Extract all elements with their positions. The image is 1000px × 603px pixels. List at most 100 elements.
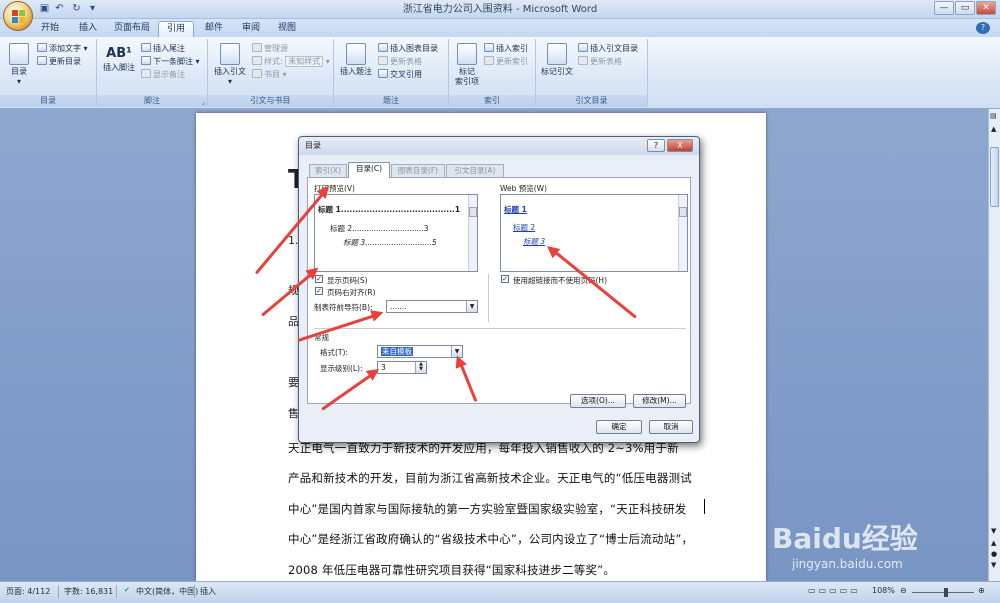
- dialog-tab-toa[interactable]: 引文目录(A): [446, 164, 504, 177]
- customize-toolbar-icon[interactable]: ▾: [86, 3, 99, 15]
- update-toc-button[interactable]: 更新目录: [37, 56, 81, 67]
- right-align-checkbox[interactable]: ✓: [315, 287, 323, 295]
- insert-endnote-button[interactable]: 插入尾注: [141, 43, 185, 54]
- zoom-in-icon[interactable]: ⊕: [978, 586, 985, 595]
- dialog-tab-index[interactable]: 索引(X): [309, 164, 347, 177]
- show-notes-button[interactable]: 显示备注: [141, 69, 185, 80]
- tab-insert[interactable]: 插入: [72, 21, 104, 37]
- browse-object-icon[interactable]: ●: [991, 550, 997, 558]
- bibliography-icon: [252, 69, 262, 78]
- insert-index-button[interactable]: 插入索引: [484, 43, 528, 54]
- status-language[interactable]: 中文(简体，中国): [136, 586, 198, 597]
- tab-view[interactable]: 视图: [272, 21, 302, 37]
- bibliography-button[interactable]: 书目 ▾: [252, 69, 287, 80]
- insert-table-of-figures-button[interactable]: 插入图表目录: [378, 43, 438, 54]
- add-text-button[interactable]: 添加文字 ▾: [37, 43, 88, 54]
- save-icon[interactable]: ▣: [38, 3, 51, 15]
- footnote-dialog-launcher-icon[interactable]: ⌟: [202, 98, 205, 106]
- undo-icon[interactable]: ↶: [53, 3, 66, 15]
- endnote-icon: [141, 43, 151, 52]
- ok-button[interactable]: 确定: [596, 420, 642, 434]
- office-button[interactable]: [3, 1, 33, 31]
- dialog-help-button[interactable]: ?: [647, 139, 665, 152]
- tab-leader-select[interactable]: ....... ▼: [386, 300, 478, 313]
- web-preview-label: Web 预览(W): [500, 184, 548, 193]
- status-zoom[interactable]: 108%: [872, 586, 895, 595]
- previous-page-icon[interactable]: ▲: [991, 539, 996, 547]
- mark-entry-button[interactable]: 标记 索引项: [452, 43, 482, 87]
- web-preview-heading-3[interactable]: 标题 3: [523, 236, 545, 247]
- insert-citation-icon: [220, 43, 240, 65]
- mark-citation-button[interactable]: 标记引文: [540, 43, 574, 77]
- dialog-close-button[interactable]: X: [667, 139, 693, 152]
- mark-citation-icon: [547, 43, 567, 65]
- tab-home[interactable]: 开始: [34, 21, 66, 37]
- zoom-out-icon[interactable]: ⊖: [900, 586, 907, 595]
- insert-citation-button[interactable]: 插入引文 ▾: [212, 43, 248, 87]
- show-notes-icon: [141, 69, 151, 78]
- vertical-scrollbar[interactable]: ▤ ▲ ▼ ▲ ● ▼: [988, 109, 1000, 581]
- doc-paragraph-line: 产品和新技术的开发，目前为浙江省高新技术企业。天正电气的“低压电器测试: [288, 471, 692, 485]
- restore-button[interactable]: ▭: [955, 1, 975, 15]
- web-preview-heading-1[interactable]: 标题 1: [504, 204, 527, 215]
- web-preview-scroll-thumb[interactable]: [679, 207, 687, 217]
- insert-caption-icon: [346, 43, 366, 65]
- options-button[interactable]: 选项(O)...: [570, 394, 626, 408]
- insert-footnote-button[interactable]: AB¹ 插入脚注: [101, 45, 137, 73]
- modify-button[interactable]: 修改(M)...: [633, 394, 686, 408]
- print-preview-scroll-thumb[interactable]: [469, 207, 477, 217]
- format-label: 格式(T):: [320, 348, 348, 357]
- minimize-button[interactable]: —: [934, 1, 954, 15]
- close-button[interactable]: ✕: [976, 1, 996, 15]
- use-hyperlinks-checkbox[interactable]: ✓: [501, 275, 509, 283]
- tab-leader-dropdown-icon[interactable]: ▼: [466, 301, 477, 312]
- cross-reference-button[interactable]: 交叉引用: [378, 69, 422, 80]
- scroll-up-icon[interactable]: ▲: [991, 125, 996, 133]
- tab-references[interactable]: 引用: [158, 21, 194, 37]
- manage-sources-button[interactable]: 管理源: [252, 43, 288, 54]
- help-icon[interactable]: ?: [976, 22, 990, 34]
- scroll-thumb[interactable]: [990, 147, 999, 207]
- dialog-tab-toc[interactable]: 目录(C): [348, 162, 390, 178]
- tab-leader-label: 制表符前导符(B):: [314, 303, 373, 312]
- ruler-toggle-icon[interactable]: ▤: [990, 112, 997, 120]
- tab-review[interactable]: 审阅: [236, 21, 266, 37]
- view-buttons-icon[interactable]: ▭▭▭▭▭: [808, 586, 861, 595]
- tab-mailings[interactable]: 邮件: [200, 21, 228, 37]
- group-label-toa: 引文目录: [536, 95, 647, 107]
- toc-button[interactable]: 目录 ▾: [5, 43, 33, 87]
- spelling-check-icon[interactable]: ✔: [124, 586, 130, 594]
- status-insert-mode[interactable]: 插入: [200, 586, 216, 597]
- format-select[interactable]: 来自模板 ▼: [377, 345, 463, 358]
- insert-caption-button[interactable]: 插入题注: [338, 43, 374, 77]
- tab-page-layout[interactable]: 页面布局: [110, 21, 154, 37]
- levels-spin-icon[interactable]: ▲ ▼: [415, 362, 426, 373]
- status-separator: [116, 585, 117, 598]
- zoom-slider-track[interactable]: [912, 592, 974, 593]
- print-preview-scrollbar[interactable]: [468, 195, 477, 271]
- update-figures-table-button[interactable]: 更新表格: [378, 56, 422, 67]
- footnote-ab-icon: AB¹: [106, 46, 132, 61]
- zoom-slider-thumb[interactable]: [944, 588, 948, 597]
- web-preview-scrollbar[interactable]: [678, 195, 687, 271]
- update-table-icon: [378, 56, 388, 65]
- style-icon: [252, 56, 262, 65]
- update-index-button[interactable]: 更新索引: [484, 56, 528, 67]
- redo-icon[interactable]: ↻: [70, 3, 83, 15]
- web-preview-heading-2[interactable]: 标题 2: [513, 222, 535, 233]
- scroll-down-icon[interactable]: ▼: [991, 527, 996, 535]
- cancel-button[interactable]: 取消: [649, 420, 693, 434]
- group-captions: 插入题注 插入图表目录 更新表格 交叉引用 题注: [334, 39, 449, 107]
- update-toa-button[interactable]: 更新表格: [578, 56, 622, 67]
- ribbon-tabs: 开始 插入 页面布局 引用 邮件 审阅 视图 ?: [0, 19, 1000, 37]
- next-footnote-button[interactable]: 下一条脚注 ▾: [141, 56, 200, 67]
- insert-toa-button[interactable]: 插入引文目录: [578, 43, 638, 54]
- citation-style-select[interactable]: 样式: 未知样式 ▾: [252, 56, 330, 67]
- dialog-tab-figures[interactable]: 图表目录(F): [391, 164, 445, 177]
- levels-spinner[interactable]: 3 ▲ ▼: [377, 361, 427, 374]
- status-words[interactable]: 字数: 16,831: [64, 586, 113, 597]
- group-label-toc: 目录: [0, 95, 96, 107]
- status-page[interactable]: 页面: 4/112: [6, 586, 50, 597]
- next-page-icon[interactable]: ▼: [991, 561, 996, 569]
- web-preview-box: 标题 1 标题 2 标题 3: [500, 194, 688, 272]
